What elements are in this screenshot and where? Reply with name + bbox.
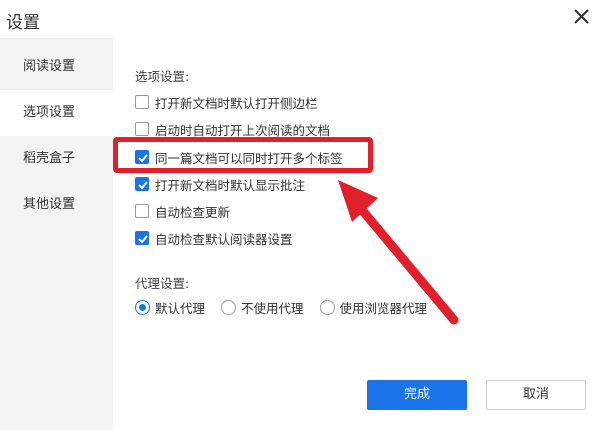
annotation-arrow-icon [338, 180, 459, 325]
